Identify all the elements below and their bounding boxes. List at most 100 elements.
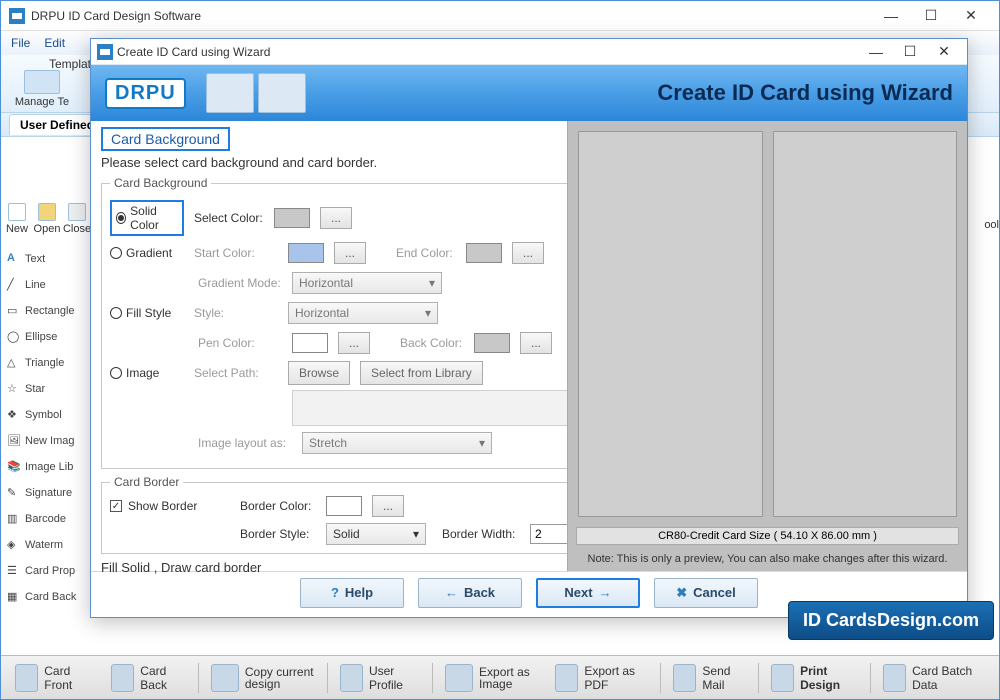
end-color-more-button[interactable]: ... [512, 242, 544, 264]
sidebar-item-barcode[interactable]: ▥Barcode [3, 507, 95, 531]
export-image-button[interactable]: Export as Image [437, 660, 543, 696]
border-style-select[interactable]: Solid▾ [326, 523, 426, 545]
preview-cards [568, 121, 967, 527]
maximize-button[interactable]: ☐ [911, 3, 951, 29]
solid-color-swatch[interactable] [274, 208, 310, 228]
window-controls: — ☐ ✕ [871, 3, 991, 29]
close-icon: ✖ [676, 585, 687, 601]
background-icon: ▦ [7, 590, 21, 604]
style-select[interactable]: Horizontal▾ [288, 302, 438, 324]
sidebar-item-triangle[interactable]: △Triangle [3, 351, 95, 375]
file-toolbar: New Open Close [3, 203, 91, 235]
preview-size-label: CR80-Credit Card Size ( 54.10 X 86.00 mm… [576, 527, 959, 545]
start-color-more-button[interactable]: ... [334, 242, 366, 264]
radio-gradient[interactable]: Gradient [110, 246, 184, 260]
minimize-button[interactable]: — [871, 3, 911, 29]
back-color-label: Back Color: [400, 336, 464, 350]
sidebar-item-signature[interactable]: ✎Signature [3, 481, 95, 505]
sidebar-item-new-image[interactable]: 🖼New Imag [3, 429, 95, 453]
close-file-button[interactable]: Close [63, 203, 91, 235]
image-icon: 🖼 [7, 434, 21, 448]
app-icon [9, 8, 25, 24]
close-button[interactable]: ✕ [951, 3, 991, 29]
card-back-button[interactable]: Card Back [103, 660, 194, 696]
border-color-label: Border Color: [240, 499, 316, 513]
sidebar-item-star[interactable]: ☆Star [3, 377, 95, 401]
border-style-label: Border Style: [240, 527, 316, 541]
sidebar-item-card-properties[interactable]: ☰Card Prop [3, 559, 95, 583]
sidebar-item-text[interactable]: AText [3, 247, 95, 271]
copy-design-button[interactable]: Copy current design [203, 660, 323, 696]
batch-icon [883, 664, 906, 692]
radio-image[interactable]: Image [110, 366, 184, 380]
back-button[interactable]: ←Back [418, 578, 522, 608]
pen-color-label: Pen Color: [198, 336, 282, 350]
new-button[interactable]: New [3, 203, 31, 235]
wizard-heading: Create ID Card using Wizard [657, 80, 953, 106]
app-title: DRPU ID Card Design Software [31, 9, 871, 23]
help-button[interactable]: ?Help [300, 578, 404, 608]
end-color-swatch[interactable] [466, 243, 502, 263]
preview-card-back [773, 131, 958, 517]
select-from-library-button[interactable]: Select from Library [360, 361, 483, 385]
card-front-icon [15, 664, 38, 692]
back-color-swatch[interactable] [474, 333, 510, 353]
sidebar-item-rectangle[interactable]: ▭Rectangle [3, 299, 95, 323]
copy-icon [211, 664, 239, 692]
card-front-button[interactable]: Card Front [7, 660, 99, 696]
print-design-button[interactable]: Print Design [763, 660, 866, 696]
sidebar-item-line[interactable]: ╱Line [3, 273, 95, 297]
user-profile-button[interactable]: User Profile [332, 660, 429, 696]
show-border-checkbox[interactable]: ✓Show Border [110, 499, 230, 513]
sidebar-item-card-background[interactable]: ▦Card Back [3, 585, 95, 609]
arrow-left-icon: ← [445, 585, 458, 600]
open-button[interactable]: Open [33, 203, 61, 235]
border-color-more-button[interactable]: ... [372, 495, 404, 517]
border-width-input[interactable] [530, 524, 572, 544]
radio-solid-color[interactable]: Solid Color [110, 200, 184, 236]
export-pdf-button[interactable]: Export as PDF [547, 660, 656, 696]
cancel-button[interactable]: ✖Cancel [654, 578, 758, 608]
wizard-close-button[interactable]: ✕ [927, 39, 961, 65]
manage-templates-button[interactable]: Manage Te [7, 70, 77, 108]
pen-color-more-button[interactable]: ... [338, 332, 370, 354]
divider [432, 663, 433, 693]
line-icon: ╱ [7, 278, 21, 292]
next-button[interactable]: Next→ [536, 578, 640, 608]
rectangle-icon: ▭ [7, 304, 21, 318]
user-icon [340, 664, 363, 692]
wizard-maximize-button[interactable]: ☐ [893, 39, 927, 65]
text-icon: A [7, 252, 21, 266]
sidebar-item-symbol[interactable]: ❖Symbol [3, 403, 95, 427]
radio-fill-style[interactable]: Fill Style [110, 306, 184, 320]
wizard-dialog: Create ID Card using Wizard — ☐ ✕ DRPU C… [90, 38, 968, 618]
wizard-minimize-button[interactable]: — [859, 39, 893, 65]
batch-data-button[interactable]: Card Batch Data [875, 660, 993, 696]
browse-button[interactable]: Browse [288, 361, 350, 385]
sidebar-item-watermark[interactable]: ◈Waterm [3, 533, 95, 557]
solid-color-more-button[interactable]: ... [320, 207, 352, 229]
start-color-swatch[interactable] [288, 243, 324, 263]
radio-icon [116, 212, 126, 224]
gradient-mode-select[interactable]: Horizontal▾ [292, 272, 442, 294]
send-mail-button[interactable]: Send Mail [665, 660, 754, 696]
radio-icon [110, 307, 122, 319]
menu-edit[interactable]: Edit [44, 36, 65, 50]
radio-icon [110, 367, 122, 379]
main-titlebar: DRPU ID Card Design Software — ☐ ✕ [1, 1, 999, 31]
sidebar-item-ellipse[interactable]: ◯Ellipse [3, 325, 95, 349]
sidebar-item-image-library[interactable]: 📚Image Lib [3, 455, 95, 479]
card-background-fieldset: Card Background Solid Color Select Color… [101, 176, 581, 469]
style-label: Style: [194, 306, 278, 320]
divider [198, 663, 199, 693]
menu-file[interactable]: File [11, 36, 30, 50]
divider [327, 663, 328, 693]
image-layout-select[interactable]: Stretch▾ [302, 432, 492, 454]
back-color-more-button[interactable]: ... [520, 332, 552, 354]
pen-color-swatch[interactable] [292, 333, 328, 353]
border-color-swatch[interactable] [326, 496, 362, 516]
help-icon: ? [331, 585, 339, 600]
library-icon: 📚 [7, 460, 21, 474]
select-color-label: Select Color: [194, 211, 264, 225]
summary-text: Fill Solid , Draw card border [101, 560, 557, 575]
